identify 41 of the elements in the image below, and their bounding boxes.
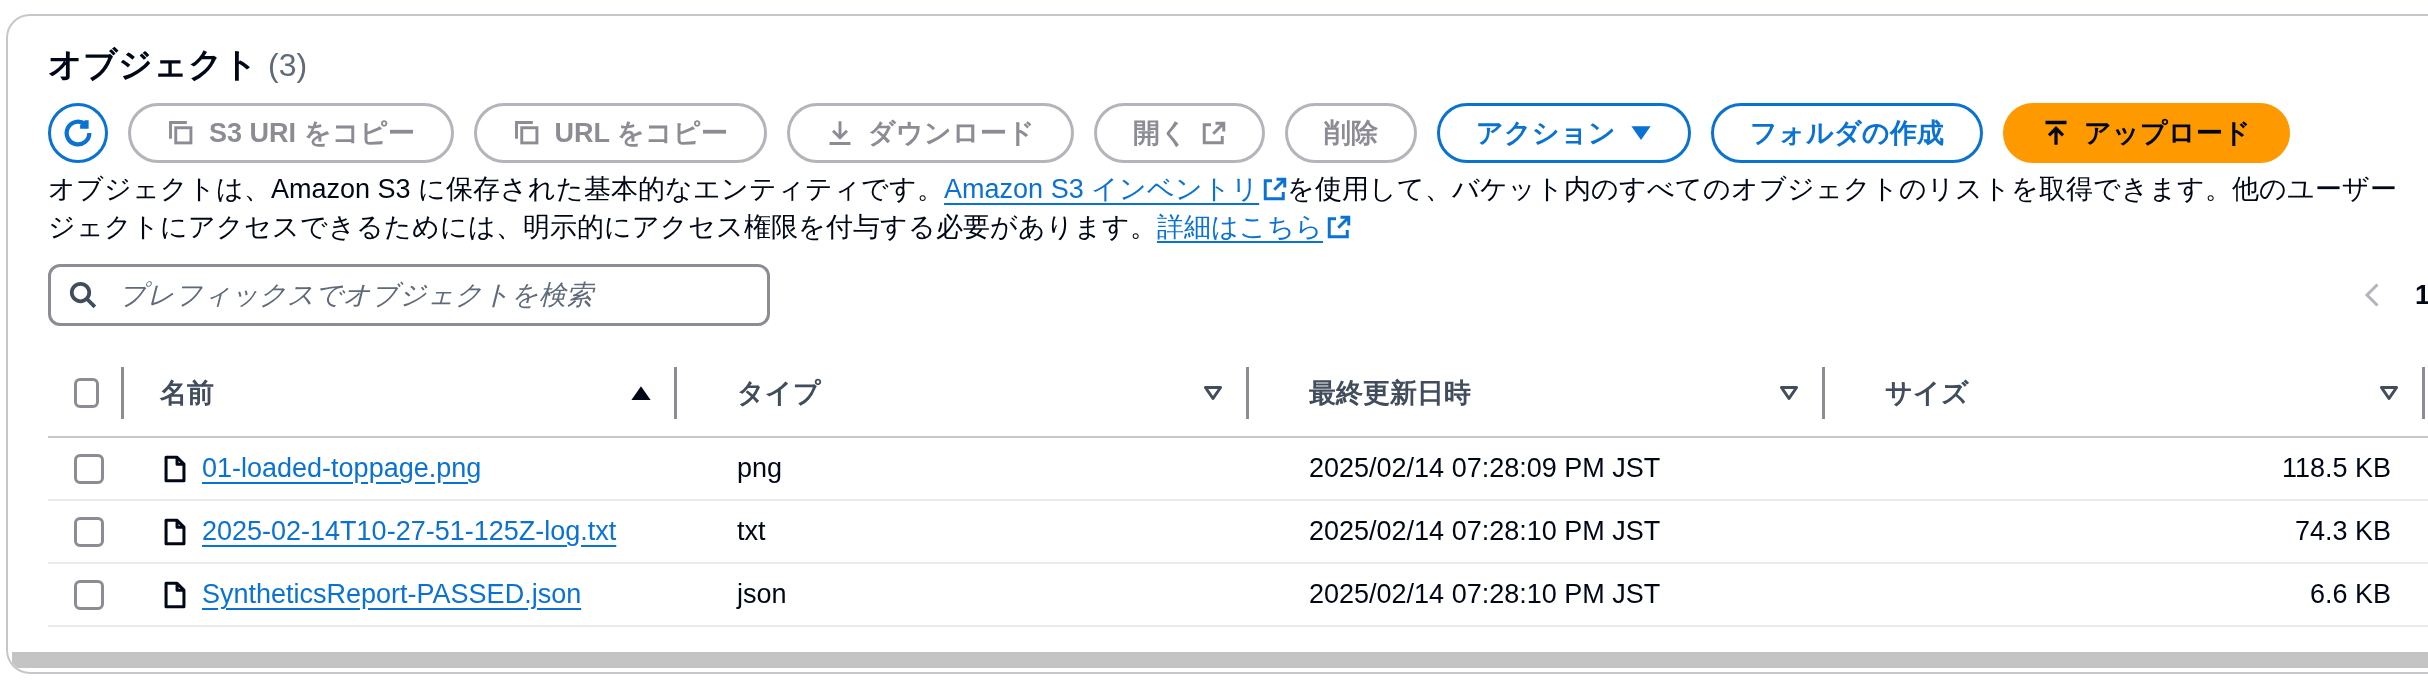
help-link[interactable]: 詳細はこちら	[1157, 212, 1323, 242]
description-text: ジェクトにアクセスできるためには、明示的にアクセス権限を付与する必要があります。詳細はこちら	[48, 208, 1351, 246]
select-all-checkbox[interactable]	[74, 378, 99, 408]
column-header[interactable]: タイプ	[737, 375, 1202, 411]
table-cell: 2025/02/14 07:28:09 PM JST	[1309, 453, 1661, 484]
toolbar-button[interactable]: アップロード	[2003, 103, 2291, 163]
file-icon	[164, 580, 186, 609]
external-link-icon	[1202, 121, 1227, 145]
file-link[interactable]: 2025-02-14T10-27-51-125Z-log.txt	[202, 516, 617, 547]
copy-icon	[167, 119, 195, 147]
table-cell: 6.6 KB	[2309, 579, 2391, 610]
search-field[interactable]: プレフィックスでオブジェクトを検索	[48, 264, 770, 326]
toolbar-button[interactable]: フォルダの作成	[1711, 103, 1984, 163]
scrollbar[interactable]	[12, 652, 2428, 668]
file-icon	[164, 517, 186, 546]
external-link-icon	[1263, 177, 1288, 201]
description-text: オブジェクトは、Amazon S3 に保存された基本的なエンティティです。Amazon S3 インベントリ を使用して、バケット内のすべてのオブジェクトのリストを取得できます。他のユーザー	[48, 173, 2398, 206]
external-link-icon	[1327, 215, 1351, 239]
file-icon	[164, 454, 186, 483]
object-count: (3)	[268, 47, 308, 84]
file-link[interactable]: 01-loaded-toppage.png	[202, 453, 482, 484]
row-checkbox[interactable]	[74, 453, 104, 484]
panel-title: オブジェクト	[48, 44, 258, 85]
table-cell: 118.5 KB	[2281, 453, 2391, 484]
column-header[interactable]: サイズ	[1885, 375, 2378, 411]
row-checkbox[interactable]	[74, 516, 104, 547]
column-header[interactable]: 名前	[160, 375, 630, 411]
table-cell: json	[737, 579, 787, 610]
table-cell: png	[737, 453, 783, 484]
search-icon	[68, 280, 98, 310]
table-cell: txt	[737, 516, 766, 547]
refresh-button[interactable]	[48, 103, 108, 163]
table-cell: 2025/02/14 07:28:10 PM JST	[1309, 579, 1661, 610]
dropdown-button[interactable]: アクション	[1437, 103, 1692, 163]
column-header[interactable]: 最終更新日時	[1309, 375, 1778, 411]
file-link[interactable]: SyntheticsReport-PASSED.json	[202, 579, 582, 610]
table-cell: 2025/02/14 07:28:10 PM JST	[1309, 516, 1661, 547]
copy-icon	[512, 119, 541, 147]
help-link[interactable]: Amazon S3 インベントリ	[944, 174, 1260, 204]
row-checkbox[interactable]	[74, 579, 104, 610]
table-cell: 74.3 KB	[2294, 516, 2391, 547]
